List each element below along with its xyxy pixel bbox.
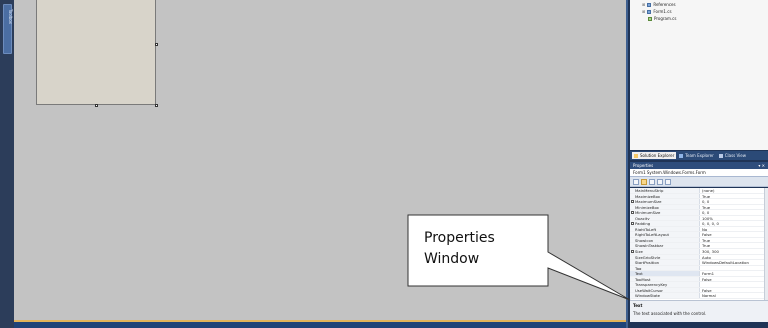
resize-handle-right[interactable] — [155, 43, 158, 46]
tab-label: Team Explorer — [685, 153, 714, 158]
resize-handle-bottom[interactable] — [95, 104, 98, 107]
property-value[interactable]: 300, 300 — [700, 249, 768, 254]
tree-item[interactable]: Program.cs — [648, 16, 676, 21]
property-name: MinimizeBox — [630, 204, 700, 210]
class-view-icon — [718, 153, 723, 158]
property-name: RightToLeftLayout — [630, 232, 700, 237]
property-name: UseWaitCursor — [630, 287, 700, 293]
expand-icon[interactable] — [631, 250, 634, 254]
property-name: RightToLeft — [630, 226, 700, 232]
property-value[interactable]: False — [700, 288, 768, 293]
property-value[interactable]: 0, 0 — [700, 199, 768, 204]
property-value[interactable]: 0, 0 — [700, 210, 768, 215]
expand-icon[interactable]: ⊞ — [642, 9, 645, 14]
property-value[interactable]: True — [700, 238, 768, 243]
status-bar — [14, 320, 626, 328]
events-icon[interactable] — [657, 178, 663, 185]
toolbox-tab[interactable]: Toolbox — [3, 4, 13, 54]
property-name: MainMenuStrip — [630, 188, 700, 193]
property-value[interactable]: WindowsDefaultLocation — [700, 260, 768, 265]
expand-icon[interactable] — [631, 211, 634, 215]
property-name: ShowIcon — [630, 237, 700, 243]
property-value[interactable]: Normal — [700, 293, 768, 298]
property-name: StartPosition — [630, 260, 700, 265]
callout-line-1: Properties — [424, 230, 495, 246]
tab-solution-explorer[interactable]: Solution Explorer — [632, 152, 677, 159]
property-name: TopMost — [630, 276, 700, 282]
resize-handle-corner[interactable] — [155, 104, 158, 107]
property-value[interactable]: False — [700, 277, 768, 282]
property-value[interactable]: 0, 0, 0, 0 — [700, 221, 768, 226]
property-value[interactable]: 100% — [700, 216, 768, 221]
property-grid: MainMenuStrip (none) MaximizeBox True Maximu… — [630, 188, 768, 300]
properties-title: Properties — [633, 163, 654, 168]
property-name: Tag — [630, 265, 700, 271]
property-name: Padding — [630, 221, 700, 226]
property-value[interactable]: True — [700, 194, 768, 199]
references-icon — [647, 2, 652, 7]
tree-item-label: Program.cs — [654, 16, 677, 21]
properties-toolbar — [630, 177, 768, 187]
object-selector-dropdown[interactable]: Form1 System.Windows.Forms.Form — [630, 169, 768, 177]
property-name: Size — [630, 249, 700, 254]
cs-file-icon — [648, 16, 652, 21]
properties-view-icon[interactable] — [649, 178, 655, 185]
object-selector-value: Form1 System.Windows.Forms.Form — [633, 170, 706, 175]
toolbox-strip: Toolbox — [0, 0, 14, 328]
property-pages-icon[interactable] — [665, 178, 671, 185]
tab-class-view[interactable]: Class View — [717, 152, 748, 159]
property-name: WindowState — [630, 293, 700, 298]
tab-label: Class View — [724, 153, 747, 158]
property-name: Text — [630, 271, 700, 276]
property-name: SizeGripStyle — [630, 254, 700, 260]
properties-title-bar: Properties ▾ ✕ — [630, 162, 768, 169]
expand-icon[interactable] — [631, 222, 634, 226]
property-value[interactable]: (none) — [700, 188, 768, 193]
form-preview[interactable] — [36, 0, 158, 107]
property-value[interactable] — [700, 282, 768, 287]
property-value[interactable]: Auto — [700, 255, 768, 260]
property-value[interactable]: True — [700, 243, 768, 248]
property-name: MinimumSize — [630, 210, 700, 215]
panel-tab-strip: Solution Explorer Team Explorer Class Vi… — [630, 151, 768, 160]
expand-icon[interactable] — [631, 200, 634, 204]
tree-item[interactable]: ⊞ Form1.cs — [642, 9, 672, 14]
team-explorer-icon — [679, 153, 684, 158]
description-text: The text associated with the control. — [633, 311, 707, 316]
vertical-scrollbar[interactable] — [764, 188, 768, 300]
property-name: MaximumSize — [630, 199, 700, 204]
tree-item-label: References — [653, 2, 676, 7]
property-name: ShowInTaskbar — [630, 243, 700, 249]
callout-line-2: Window — [424, 251, 480, 267]
property-value[interactable] — [700, 266, 768, 271]
property-value[interactable]: Form1 — [700, 271, 768, 276]
description-title: Text — [633, 303, 643, 308]
alphabetical-icon[interactable] — [641, 178, 647, 185]
property-name: TransparencyKey — [630, 282, 700, 287]
designer-surface[interactable] — [14, 0, 626, 320]
toolbox-tab-label: Toolbox — [8, 9, 13, 24]
tab-label: Solution Explorer — [640, 153, 675, 158]
property-name: MaximizeBox — [630, 193, 700, 199]
solution-explorer-icon — [634, 153, 638, 158]
property-row[interactable]: WindowState Normal — [630, 293, 768, 299]
property-name: Opacity — [630, 215, 700, 221]
property-value[interactable]: True — [700, 205, 768, 210]
tree-item[interactable]: ⊞ References — [642, 2, 676, 7]
property-value[interactable]: No — [700, 227, 768, 232]
tab-team-explorer[interactable]: Team Explorer — [677, 152, 716, 159]
callout-text: Properties Window — [424, 228, 524, 270]
description-pane: Text The text associated with the contro… — [630, 300, 768, 322]
right-panel: ⊞ References ⊞ Form1.cs Program.cs Solut… — [626, 0, 768, 328]
property-value[interactable]: False — [700, 232, 768, 237]
solution-explorer-tree: ⊞ References ⊞ Form1.cs Program.cs — [630, 0, 768, 150]
tree-item-label: Form1.cs — [653, 9, 672, 14]
expand-icon[interactable]: ⊞ — [642, 2, 645, 7]
categorized-icon[interactable] — [633, 178, 639, 185]
title-bar-buttons[interactable]: ▾ ✕ — [758, 163, 765, 168]
form-file-icon — [647, 9, 652, 14]
